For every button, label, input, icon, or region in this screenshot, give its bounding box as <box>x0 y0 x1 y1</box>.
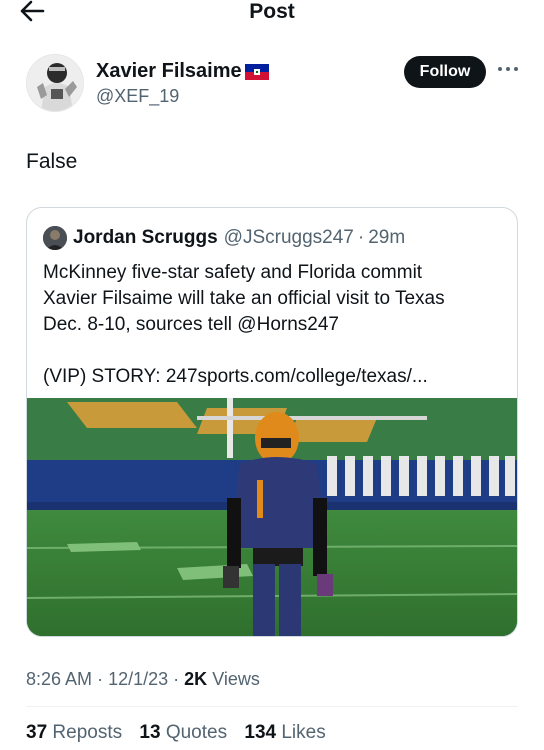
top-bar: Post <box>0 0 544 26</box>
meta-separator: · <box>173 669 180 689</box>
quoted-post[interactable]: Jordan Scruggs @JScruggs247 · 29m McKinn… <box>26 207 518 637</box>
quoted-line: Dec. 8-10, sources tell @Horns247 <box>43 314 339 335</box>
follow-button[interactable]: Follow <box>404 56 486 88</box>
quotes-stat[interactable]: 13 Quotes <box>139 722 227 743</box>
post-date: 12/1/23 <box>108 669 169 689</box>
likes-stat[interactable]: 134 Likes <box>244 722 325 743</box>
post-stats: 37 Reposts 13 Quotes 134 Likes <box>26 722 338 744</box>
post-meta: 8:26 AM · 12/1/23 · 2K Views <box>26 669 260 690</box>
divider <box>26 706 518 707</box>
post-text: False <box>26 150 78 173</box>
name-row: Xavier Filsaime <box>96 60 269 83</box>
quoted-line: McKinney five-star safety and Florida co… <box>43 262 423 283</box>
quoted-line: Xavier Filsaime will take an official vi… <box>43 288 445 309</box>
page-title: Post <box>249 0 295 23</box>
views-count: 2K <box>184 669 208 689</box>
quoted-time: 29m <box>368 227 406 248</box>
reposts-label: Reposts <box>52 722 123 743</box>
quoted-header: Jordan Scruggs @JScruggs247 · 29m <box>43 226 405 250</box>
meta-separator: · <box>97 669 104 689</box>
avatar-image <box>27 55 83 111</box>
quoted-photo <box>27 398 517 636</box>
author-handle[interactable]: @XEF_19 <box>96 86 179 107</box>
likes-count: 134 <box>244 722 277 743</box>
reposts-count: 37 <box>26 722 48 743</box>
quoted-name: Jordan Scruggs <box>73 227 218 248</box>
likes-label: Likes <box>281 722 326 743</box>
haiti-flag-icon <box>244 63 269 80</box>
author-row: Xavier Filsaime @XEF_19 Follow <box>26 54 518 118</box>
quoted-text: McKinney five-star safety and Florida co… <box>43 260 503 390</box>
avatar[interactable] <box>26 54 84 112</box>
quoted-avatar <box>43 226 67 250</box>
quotes-label: Quotes <box>165 722 228 743</box>
quoted-separator: · <box>357 227 365 248</box>
views-label: Views <box>212 669 260 689</box>
post-time: 8:26 AM <box>26 669 93 689</box>
quoted-link-line: (VIP) STORY: 247sports.com/college/texas… <box>43 366 428 387</box>
reposts-stat[interactable]: 37 Reposts <box>26 722 122 743</box>
ellipsis-icon[interactable] <box>496 62 520 76</box>
display-name[interactable]: Xavier Filsaime <box>96 60 242 83</box>
quotes-count: 13 <box>139 722 161 743</box>
quoted-handle: @JScruggs247 <box>223 227 354 248</box>
